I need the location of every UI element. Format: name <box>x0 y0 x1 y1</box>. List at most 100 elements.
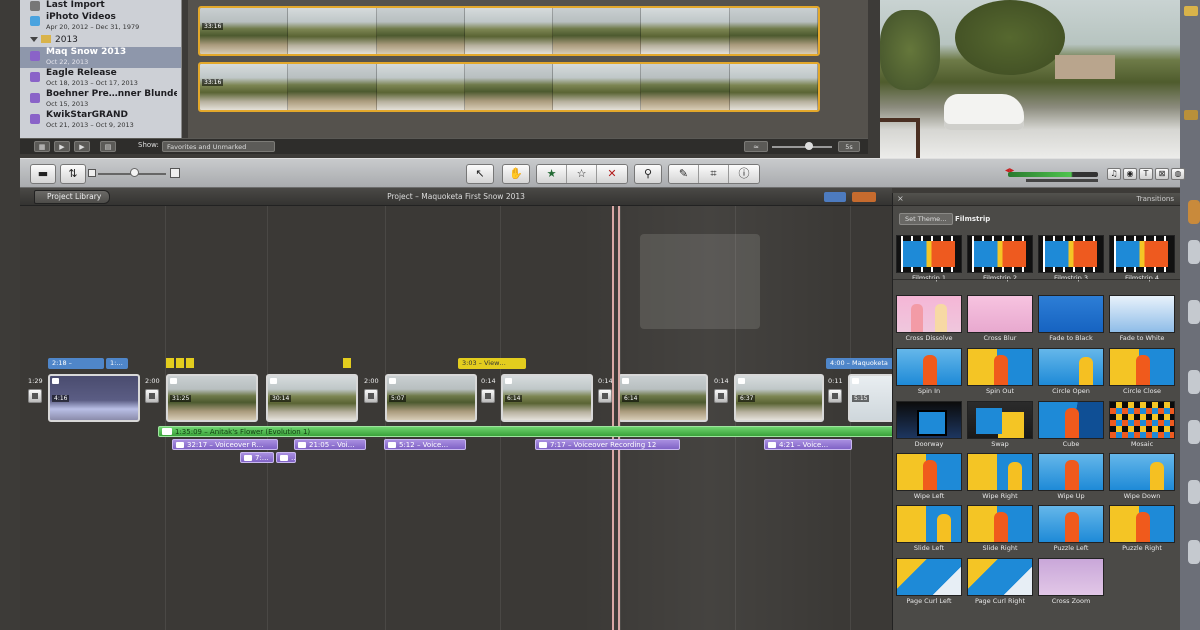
music-browser-icon[interactable]: ♫ <box>1107 168 1121 180</box>
transition-tile[interactable]: Doorway <box>896 401 962 448</box>
video-clip[interactable]: 31:25 <box>166 374 258 422</box>
transition-tile[interactable]: Filmstrip 2 <box>967 235 1033 282</box>
photo-browser-icon[interactable]: ◉ <box>1123 168 1137 180</box>
event-item[interactable]: Boehner Pre…nner Blunder Oct 15, 2013 <box>20 89 181 110</box>
transition-tile[interactable]: Filmstrip 4 <box>1109 235 1175 282</box>
reject-button[interactable]: ✕ <box>597 165 627 183</box>
audio-waveform-toggle[interactable]: ≈ <box>744 141 768 152</box>
hand-tool[interactable]: ✋ <box>502 164 530 184</box>
transition-tile[interactable]: Page Curl Right <box>967 558 1033 605</box>
disclosure-triangle-icon[interactable] <box>30 37 38 42</box>
transition-tile[interactable]: Fade to White <box>1109 295 1175 342</box>
event-item[interactable]: KwikStarGRAND Oct 21, 2013 – Oct 9, 2013 <box>20 110 181 131</box>
transition-tile[interactable]: Wipe Left <box>896 453 962 500</box>
waveform-button[interactable]: ▤ <box>100 141 116 152</box>
crop-tool[interactable]: ⌗ <box>699 165 729 183</box>
transition-icon[interactable] <box>145 389 159 403</box>
video-clip[interactable]: 30:14 <box>266 374 358 422</box>
event-item[interactable]: Eagle Release Oct 18, 2013 – Oct 17, 201… <box>20 68 181 89</box>
event-filmstrip[interactable]: 33:16 <box>198 62 820 112</box>
event-year-folder[interactable]: 2013 <box>20 33 181 47</box>
transition-tile[interactable]: Puzzle Right <box>1109 505 1175 552</box>
transition-icon[interactable] <box>714 389 728 403</box>
set-theme-button[interactable]: Set Theme… <box>899 213 953 225</box>
voiceover-clip[interactable]: 32:17 – Voiceover R… <box>172 439 278 450</box>
flag-marker[interactable] <box>343 358 351 368</box>
desktop-icon[interactable] <box>1188 480 1200 504</box>
transition-tile[interactable]: Spin Out <box>967 348 1033 395</box>
title-clip[interactable]: 4:16 <box>48 374 140 422</box>
transition-icon[interactable] <box>481 389 495 403</box>
desktop-icon[interactable] <box>1188 420 1200 444</box>
transition-tile[interactable]: Circle Close <box>1109 348 1175 395</box>
mark-favorite-button[interactable]: ★ <box>537 165 567 183</box>
event-iphoto-videos[interactable]: iPhoto Videos Apr 20, 2012 – Dec 31, 197… <box>20 12 181 33</box>
folder-icon[interactable] <box>1184 110 1198 120</box>
video-clip[interactable]: 6:14 <box>618 374 708 422</box>
flag-marker[interactable] <box>176 358 184 368</box>
transition-tile[interactable]: Filmstrip 1 <box>896 235 962 282</box>
transition-icon[interactable] <box>828 389 842 403</box>
title-marker[interactable]: 4:00 – Maquoketa <box>826 358 892 369</box>
folder-icon[interactable] <box>1184 6 1198 16</box>
thumbnail-size-knob[interactable] <box>805 142 813 150</box>
video-clip[interactable]: 6:37 <box>734 374 824 422</box>
background-music-bar[interactable]: 1:35:09 – Anitak's Flower (Evolution 1) <box>158 426 892 437</box>
maps-browser-icon[interactable]: ◍ <box>1171 168 1185 180</box>
transition-tile[interactable]: Cross Zoom <box>1038 558 1104 605</box>
flag-marker[interactable] <box>166 358 174 368</box>
transition-tile[interactable]: Cube <box>1038 401 1104 448</box>
close-icon[interactable]: × <box>897 194 904 203</box>
transition-tile[interactable]: Cross Blur <box>967 295 1033 342</box>
title-browser-icon[interactable]: T <box>1139 168 1153 180</box>
display-mode-button[interactable] <box>852 192 876 202</box>
voiceover-clip[interactable]: … <box>276 452 296 463</box>
transition-tile[interactable]: Mosaic <box>1109 401 1175 448</box>
project-timeline[interactable]: 2:18 – 1:… 3:03 – View… 4:00 – Maquoketa… <box>20 206 892 630</box>
dropper-tool[interactable]: ✎ <box>669 165 699 183</box>
title-marker[interactable]: 1:… <box>106 358 128 369</box>
view-mode-button[interactable] <box>824 192 846 202</box>
transition-icon[interactable] <box>28 389 42 403</box>
unmark-button[interactable]: ☆ <box>567 165 597 183</box>
transition-icon[interactable] <box>598 389 612 403</box>
playhead[interactable] <box>612 206 620 630</box>
transition-tile[interactable]: Spin In <box>896 348 962 395</box>
transition-tile[interactable]: Puzzle Left <box>1038 505 1104 552</box>
transition-tile[interactable]: Slide Right <box>967 505 1033 552</box>
transition-tile[interactable]: Filmstrip 3 <box>1038 235 1104 282</box>
thumbnail-size-slider[interactable] <box>772 146 832 148</box>
show-filter-select[interactable]: Favorites and Unmarked <box>162 141 275 152</box>
camera-import-button[interactable]: ▬ <box>30 164 56 184</box>
transition-tile[interactable]: Fade to Black <box>1038 295 1104 342</box>
keyword-tool[interactable]: ⚲ <box>634 164 662 184</box>
title-marker[interactable]: 2:18 – <box>48 358 104 369</box>
desktop-icon[interactable] <box>1188 240 1200 264</box>
event-last-import[interactable]: Last Import <box>20 0 181 12</box>
video-clip[interactable]: 6:14 <box>501 374 593 422</box>
project-zoom-knob[interactable] <box>130 168 139 177</box>
voiceover-clip[interactable]: 5:12 – Voice… <box>384 439 466 450</box>
transition-tile[interactable]: Wipe Up <box>1038 453 1104 500</box>
transition-tile[interactable]: Slide Left <box>896 505 962 552</box>
desktop-icon[interactable] <box>1188 200 1200 224</box>
inspector-tool[interactable]: ⓘ <box>729 165 759 183</box>
select-arrow-tool[interactable]: ↖ <box>466 164 494 184</box>
swap-events-projects-button[interactable]: ⇅ <box>60 164 86 184</box>
play-button[interactable]: ▶ <box>74 141 90 152</box>
video-clip[interactable]: 5:15 <box>848 374 892 422</box>
transition-tile[interactable]: Cross Dissolve <box>896 295 962 342</box>
desktop-icon[interactable] <box>1188 540 1200 564</box>
event-list-button[interactable]: ▦ <box>34 141 50 152</box>
play-full-screen-button[interactable]: ▶ <box>54 141 70 152</box>
comment-marker[interactable]: 3:03 – View… <box>458 358 526 369</box>
transitions-browser-icon[interactable]: ⊠ <box>1155 168 1169 180</box>
voiceover-clip[interactable]: 7:17 – Voiceover Recording 12 <box>535 439 680 450</box>
event-filmstrip[interactable]: 33:16 <box>198 6 820 56</box>
voiceover-clip[interactable]: 21:05 – Voi… <box>294 439 366 450</box>
video-clip[interactable]: 5:07 <box>385 374 477 422</box>
transition-icon[interactable] <box>364 389 378 403</box>
flag-marker[interactable] <box>186 358 194 368</box>
transition-tile[interactable]: Page Curl Left <box>896 558 962 605</box>
voiceover-clip[interactable]: 4:21 – Voice… <box>764 439 852 450</box>
